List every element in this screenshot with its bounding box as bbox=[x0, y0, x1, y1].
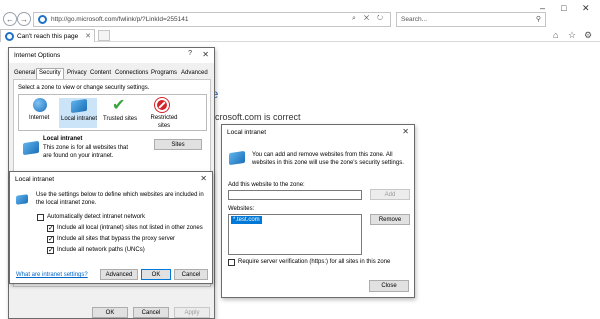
remove-button[interactable]: Remove bbox=[370, 214, 410, 225]
maximize-icon[interactable]: □ bbox=[561, 3, 566, 13]
intranet-computer-icon bbox=[16, 194, 28, 205]
internet-options-titlebar: Internet Options ? ✕ bbox=[9, 48, 214, 63]
search-placeholder: Search... bbox=[401, 16, 428, 23]
zone-internet[interactable]: Internet bbox=[29, 98, 49, 121]
intranet-settings-link[interactable]: What are intranet settings? bbox=[16, 272, 88, 280]
globe-icon bbox=[33, 98, 47, 112]
add-button[interactable]: Add bbox=[370, 189, 410, 200]
browser-tab[interactable]: Can't reach this page ✕ bbox=[0, 29, 95, 42]
include-unc-label: Include all network paths (UNCs) bbox=[57, 247, 145, 253]
address-url: http://go.microsoft.com/fwlink/p/?LinkId… bbox=[51, 16, 189, 23]
local-intranet-icon bbox=[71, 98, 87, 114]
local-intranet-description: Use the settings below to define which w… bbox=[36, 192, 204, 206]
sites-computer-icon bbox=[229, 150, 245, 166]
forward-button[interactable]: → bbox=[17, 12, 31, 26]
sites-body-icon bbox=[229, 150, 245, 166]
zone-heading: Local intranet bbox=[43, 136, 83, 142]
intranet-cancel-button[interactable]: Cancel bbox=[174, 269, 208, 280]
auto-detect-checkbox[interactable] bbox=[37, 214, 44, 221]
search-box[interactable]: Search... ⚲ bbox=[396, 12, 546, 27]
tab-general[interactable]: General bbox=[14, 70, 35, 78]
sites-dialog-title: Local intranet bbox=[227, 129, 267, 136]
close-button[interactable]: Close bbox=[369, 280, 409, 292]
website-item[interactable]: *.test.com bbox=[231, 216, 262, 224]
include-unc-checkbox[interactable]: ✓ bbox=[47, 247, 54, 254]
local-intranet-title: Local intranet bbox=[15, 176, 55, 183]
search-icon[interactable]: ⚲ bbox=[536, 15, 541, 23]
home-icon[interactable]: ⌂ bbox=[553, 30, 558, 40]
tab-connections[interactable]: Connections bbox=[115, 70, 148, 78]
include-bypass-proxy-checkbox[interactable]: ✓ bbox=[47, 236, 54, 243]
include-local-sites-checkbox[interactable]: ✓ bbox=[47, 225, 54, 232]
tab-close-icon[interactable]: ✕ bbox=[85, 32, 91, 40]
help-icon[interactable]: ? bbox=[188, 50, 192, 57]
zone-prompt: Select a zone to view or change security… bbox=[18, 85, 150, 91]
refresh-icon[interactable]: ⌕ ✕ ↻ bbox=[352, 15, 386, 23]
zone-restricted-sites[interactable]: Restricted sites bbox=[145, 98, 181, 129]
zone-restricted-sites-label: Restricted sites bbox=[150, 115, 178, 129]
local-intranet-settings-dialog: Local intranet ✕ Use the settings below … bbox=[9, 171, 213, 284]
checkmark-icon: ✔ bbox=[112, 97, 126, 114]
back-button[interactable]: ← bbox=[3, 12, 17, 26]
require-https-checkbox[interactable] bbox=[228, 259, 235, 266]
cancel-button[interactable]: Cancel bbox=[133, 307, 169, 318]
tab-ie-icon bbox=[5, 31, 14, 41]
zone-heading-icon bbox=[23, 140, 39, 156]
tab-security[interactable]: Security bbox=[36, 68, 64, 79]
sites-button[interactable]: Sites bbox=[154, 139, 202, 150]
local-intranet-heading-icon bbox=[23, 140, 39, 156]
options-tabs: General Security Privacy Content Connect… bbox=[13, 68, 211, 79]
add-website-input[interactable] bbox=[228, 190, 362, 200]
zone-description: This zone is for all websites that are f… bbox=[43, 145, 129, 159]
favorites-icon[interactable]: ☆ bbox=[568, 30, 576, 41]
auto-detect-label: Automatically detect intranet network bbox=[47, 214, 146, 220]
restricted-icon bbox=[155, 98, 169, 112]
window-close-icon[interactable]: ✕ bbox=[582, 3, 590, 14]
add-website-label: Add this website to the zone: bbox=[228, 182, 305, 188]
include-local-sites-label: Include all local (intranet) sites not l… bbox=[57, 225, 203, 231]
intranet-ok-button[interactable]: OK bbox=[141, 269, 171, 280]
tab-content[interactable]: Content bbox=[90, 70, 111, 78]
close-icon[interactable]: ✕ bbox=[202, 50, 209, 59]
tab-programs[interactable]: Programs bbox=[151, 70, 177, 78]
ok-button[interactable]: OK bbox=[92, 307, 128, 318]
ie-logo-icon bbox=[38, 15, 47, 24]
dialog-title: Internet Options bbox=[14, 52, 61, 59]
tab-privacy[interactable]: Privacy bbox=[67, 70, 87, 78]
include-bypass-proxy-label: Include all sites that bypass the proxy … bbox=[57, 236, 176, 242]
browser-toolbar: ← → http://go.microsoft.com/fwlink/p/?Li… bbox=[0, 0, 600, 42]
zone-trusted-sites[interactable]: ✔ Trusted sites bbox=[103, 97, 137, 123]
local-intranet-body-icon bbox=[16, 194, 28, 205]
local-intranet-sites-dialog: Local intranet ✕ You can add and remove … bbox=[221, 124, 415, 298]
sites-titlebar: Local intranet ✕ bbox=[222, 125, 414, 140]
settings-gear-icon[interactable]: ⚙ bbox=[584, 30, 592, 41]
minimize-icon[interactable]: – bbox=[540, 3, 545, 13]
address-bar[interactable]: http://go.microsoft.com/fwlink/p/?LinkId… bbox=[33, 12, 391, 27]
require-https-label: Require server verification (https:) for… bbox=[238, 259, 391, 265]
advanced-button[interactable]: Advanced bbox=[100, 269, 138, 280]
zone-local-intranet-label: Local intranet bbox=[61, 116, 98, 122]
tab-advanced[interactable]: Advanced bbox=[181, 70, 208, 78]
apply-button[interactable]: Apply bbox=[174, 307, 210, 318]
zone-local-intranet[interactable]: Local intranet bbox=[59, 98, 97, 128]
sites-description: You can add and remove websites from thi… bbox=[252, 152, 404, 166]
zone-internet-label: Internet bbox=[29, 115, 50, 121]
websites-label: Websites: bbox=[228, 206, 255, 212]
local-intranet-titlebar: Local intranet ✕ bbox=[10, 172, 212, 187]
sites-close-icon[interactable]: ✕ bbox=[402, 127, 409, 136]
page-text-fragment: icrosoft.com is correct bbox=[213, 112, 301, 122]
local-intranet-close-icon[interactable]: ✕ bbox=[200, 174, 207, 183]
websites-list[interactable]: *.test.com bbox=[228, 214, 362, 255]
new-tab-button[interactable] bbox=[98, 30, 110, 41]
tab-title: Can't reach this page bbox=[17, 32, 79, 40]
zone-trusted-sites-label: Trusted sites bbox=[103, 116, 138, 122]
